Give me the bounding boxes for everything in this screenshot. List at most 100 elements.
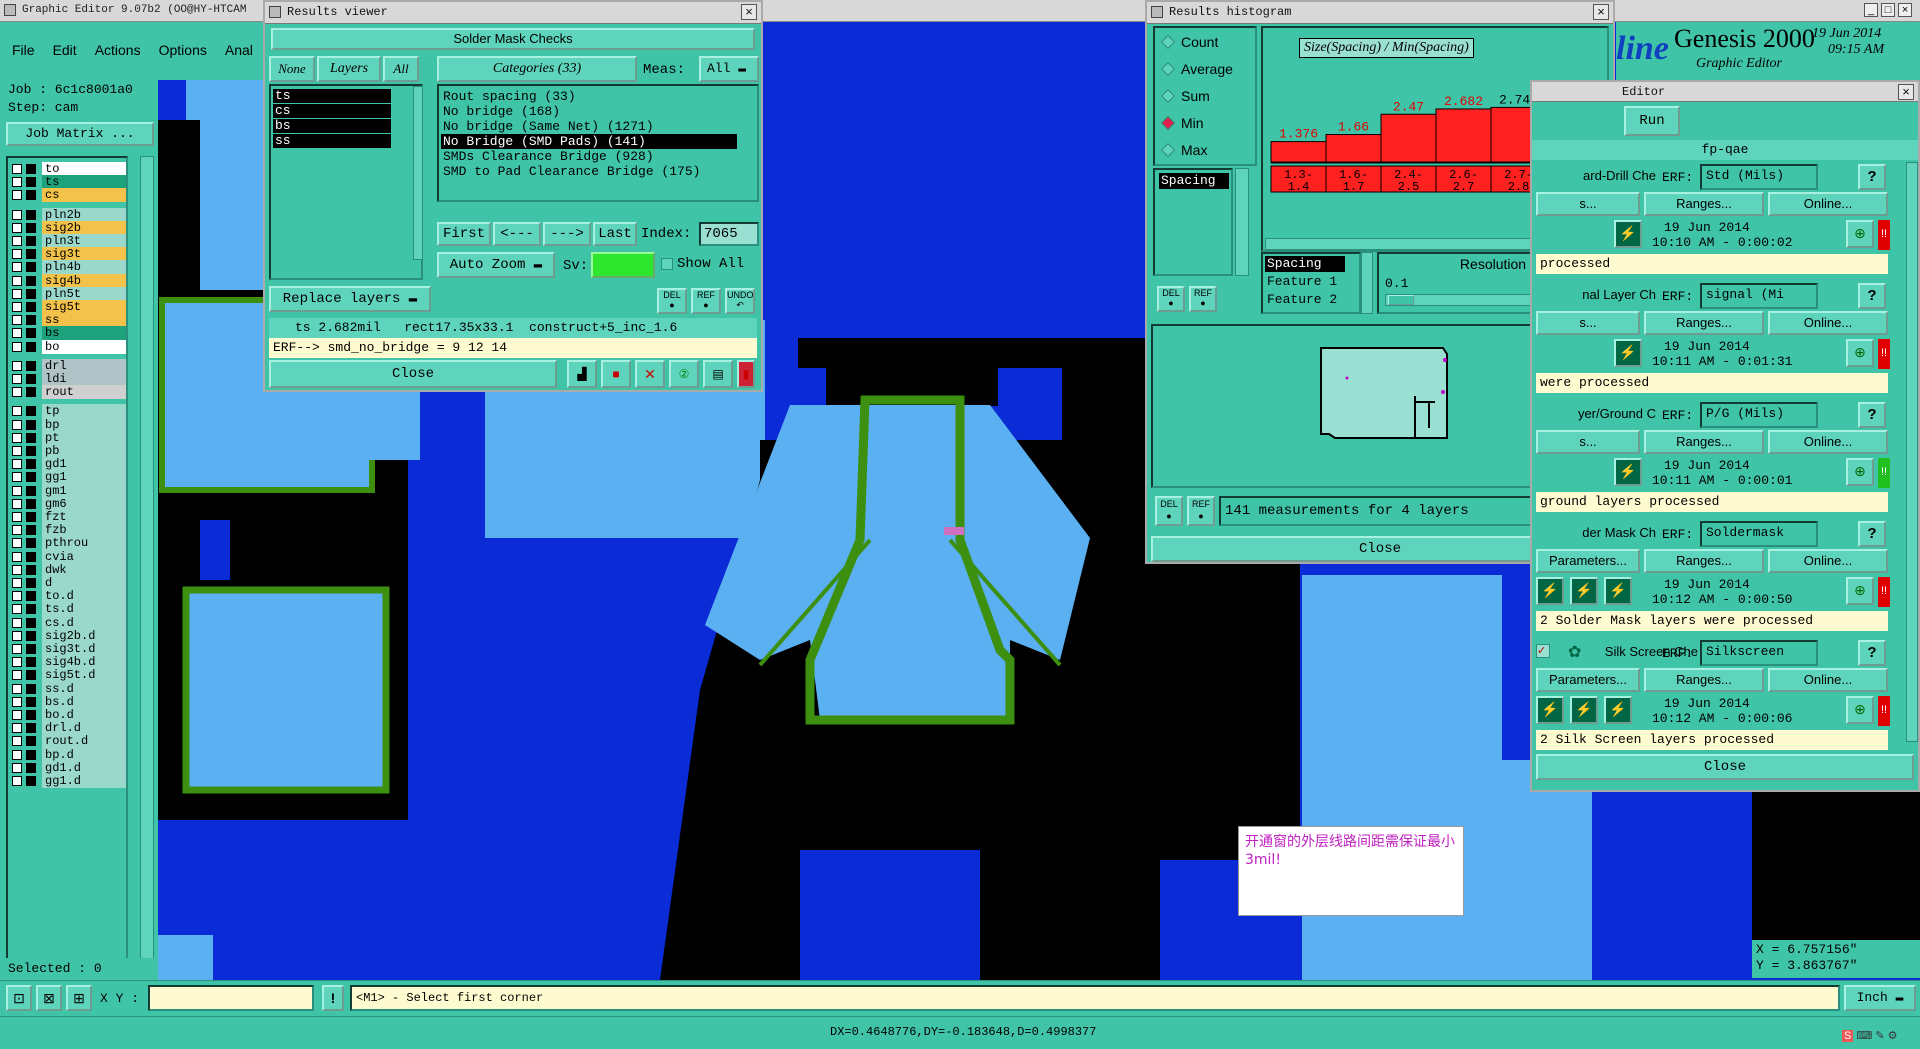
layer-checkbox[interactable]: [12, 209, 22, 220]
layer-checkbox[interactable]: [12, 387, 22, 398]
erf-field[interactable]: Std (Mils): [1700, 164, 1818, 190]
field-item[interactable]: Feature 1: [1265, 274, 1345, 290]
layer-row[interactable]: sig2b.d: [10, 628, 126, 643]
measure-tool-icon[interactable]: ⊠: [36, 985, 62, 1011]
xy-input[interactable]: [148, 985, 314, 1011]
layer-checkbox[interactable]: [12, 419, 22, 430]
stop-icon[interactable]: ■: [601, 360, 631, 388]
layer-row[interactable]: gg1.d: [10, 774, 126, 788]
rv-layer-item[interactable]: bs: [273, 119, 391, 133]
select-tool-icon[interactable]: ⊡: [6, 985, 32, 1011]
layer-row[interactable]: pln2b: [10, 207, 126, 222]
layer-row[interactable]: sig5t: [10, 300, 126, 314]
ref-icon-2[interactable]: REF ●: [1187, 496, 1215, 526]
layer-row[interactable]: drl.d: [10, 721, 126, 736]
layer-row[interactable]: pln5t: [10, 286, 126, 301]
menu-actions[interactable]: Actions: [95, 42, 141, 58]
layer-row[interactable]: cvia: [10, 549, 126, 564]
layer-row[interactable]: fzt: [10, 510, 126, 524]
all-button[interactable]: All: [383, 56, 419, 82]
online-button[interactable]: Online...: [1768, 668, 1888, 692]
layer-scrollbar[interactable]: [140, 156, 154, 1024]
option-min[interactable]: Min: [1160, 113, 1204, 133]
layers-button[interactable]: Layers: [317, 56, 381, 82]
layer-checkbox[interactable]: [12, 222, 22, 233]
layer-checkbox[interactable]: [12, 249, 22, 260]
ranges-button[interactable]: Ranges...: [1644, 668, 1764, 692]
layer-checkbox[interactable]: [12, 776, 22, 786]
layer-checkbox[interactable]: [12, 302, 22, 312]
help-button[interactable]: ?: [1858, 164, 1886, 190]
layer-row[interactable]: pln3t: [10, 234, 126, 248]
radio-icon[interactable]: [1160, 88, 1176, 104]
layer-checkbox[interactable]: [12, 406, 22, 417]
layer-row[interactable]: gg1: [10, 470, 126, 485]
field-select-list[interactable]: Spacing: [1153, 168, 1233, 276]
layer-checkbox[interactable]: [12, 190, 22, 201]
number-icon[interactable]: ②: [669, 360, 699, 388]
index-field[interactable]: 7065: [699, 222, 759, 246]
layer-checkbox[interactable]: [12, 657, 22, 668]
layer-checkbox[interactable]: [12, 164, 22, 174]
layer-row[interactable]: sig3t.d: [10, 642, 126, 656]
run-check-icon[interactable]: ⚡: [1614, 339, 1642, 367]
layer-checkbox[interactable]: [12, 498, 22, 509]
run-check-icon-2[interactable]: ⚡: [1570, 696, 1598, 724]
layer-row[interactable]: ss: [10, 313, 126, 328]
layer-icon[interactable]: ▟: [567, 360, 597, 388]
histogram-bar[interactable]: [1270, 141, 1327, 163]
layer-row[interactable]: to.d: [10, 589, 126, 604]
layer-checkbox[interactable]: [12, 630, 22, 641]
menu-anal[interactable]: Anal: [225, 42, 253, 58]
layer-checkbox[interactable]: [12, 538, 22, 549]
units-dropdown[interactable]: Inch ▬: [1844, 985, 1916, 1011]
ranges-button[interactable]: Ranges...: [1644, 192, 1764, 216]
next-button[interactable]: --->: [543, 222, 591, 246]
field-list-scrollbar[interactable]: [1235, 168, 1249, 276]
checklist-close-button[interactable]: Close: [1536, 754, 1914, 780]
layer-row[interactable]: ss.d: [10, 681, 126, 696]
layer-row[interactable]: d: [10, 576, 126, 590]
rv-layer-item[interactable]: ss: [273, 134, 391, 148]
layer-checkbox[interactable]: [12, 617, 22, 628]
layer-row[interactable]: bp: [10, 417, 126, 432]
histogram-bar[interactable]: [1325, 134, 1382, 163]
close-button[interactable]: Close: [269, 360, 557, 388]
rv-layer-item[interactable]: cs: [273, 104, 391, 118]
layer-row[interactable]: gd1: [10, 457, 126, 472]
run-check-icon[interactable]: ⚡: [1536, 696, 1564, 724]
ranges-button[interactable]: Ranges...: [1644, 549, 1764, 573]
layer-checkbox[interactable]: [12, 341, 22, 352]
layer-row[interactable]: cs.d: [10, 615, 126, 630]
field-item[interactable]: Spacing: [1265, 256, 1345, 272]
rv-layer-item[interactable]: ts: [273, 89, 391, 103]
zoom-in-icon[interactable]: ⊕: [1846, 458, 1874, 486]
parameters-button[interactable]: s...: [1536, 430, 1640, 454]
layer-row[interactable]: pthrou: [10, 536, 126, 551]
layer-row[interactable]: sig5t.d: [10, 668, 126, 683]
grid-tool-icon[interactable]: ⊞: [66, 985, 92, 1011]
run-check-icon-2[interactable]: ⚡: [1570, 577, 1598, 605]
layer-checkbox[interactable]: [12, 374, 22, 384]
layer-checkbox[interactable]: [12, 315, 22, 326]
erf-field[interactable]: Silkscreen: [1700, 640, 1818, 666]
layer-checkbox[interactable]: [12, 236, 22, 246]
run-check-icon[interactable]: ⚡: [1536, 577, 1564, 605]
field-list-item[interactable]: Spacing: [1159, 173, 1229, 189]
zoom-in-icon[interactable]: ⊕: [1846, 220, 1874, 248]
online-button[interactable]: Online...: [1768, 430, 1888, 454]
del-icon[interactable]: DEL ●: [657, 288, 687, 314]
layer-row[interactable]: cs: [10, 188, 126, 203]
layer-row[interactable]: gm1: [10, 483, 126, 498]
parameters-button[interactable]: s...: [1536, 192, 1640, 216]
layer-row[interactable]: to: [10, 162, 126, 176]
layer-checkbox[interactable]: [12, 710, 22, 720]
run-check-icon-3[interactable]: ⚡: [1604, 696, 1632, 724]
check-name[interactable]: der Mask Ch: [1532, 525, 1656, 543]
category-item[interactable]: No bridge (168): [441, 104, 737, 119]
layer-row[interactable]: bs.d: [10, 694, 126, 709]
erf-field[interactable]: signal (Mi: [1700, 283, 1818, 309]
help-button[interactable]: ?: [1858, 283, 1886, 309]
radio-icon[interactable]: [1160, 61, 1176, 77]
field-list-scroll[interactable]: [1361, 252, 1373, 314]
